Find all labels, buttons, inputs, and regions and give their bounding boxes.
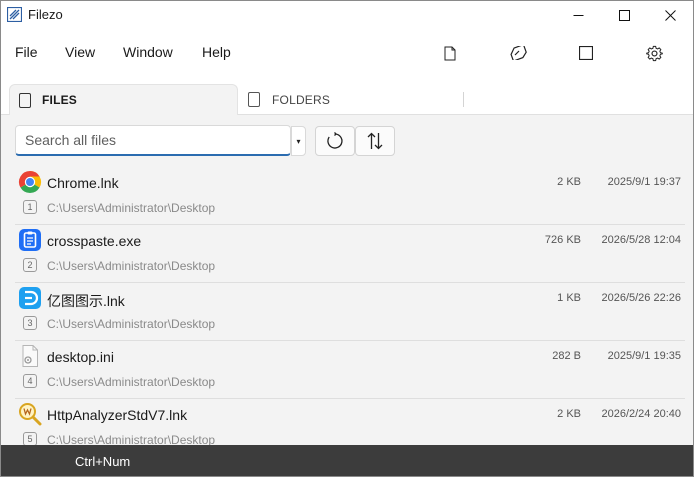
minimize-icon <box>573 14 583 16</box>
file-date: 2026/2/24 20:40 <box>601 408 681 420</box>
file-size: 282 B <box>552 350 581 362</box>
title-bar[interactable]: Filezo <box>1 1 693 29</box>
tab-folders-label: FOLDERS <box>272 92 331 107</box>
new-file-button[interactable] <box>437 40 463 66</box>
row-number-badge: 5 <box>23 432 37 445</box>
settings-button[interactable] <box>641 40 667 66</box>
list-item[interactable]: desktop.ini 282 B 2025/9/1 19:35 4 C:\Us… <box>1 341 693 399</box>
app-logo-icon <box>7 7 22 22</box>
file-name: 亿图图示.lnk <box>47 293 125 309</box>
search-dropdown-button[interactable]: ▾ <box>291 126 306 156</box>
file-name: Chrome.lnk <box>47 175 119 191</box>
crosspaste-icon <box>19 229 41 251</box>
file-path: C:\Users\Administrator\Desktop <box>47 317 216 331</box>
row-number-badge: 4 <box>23 374 37 388</box>
menu-file[interactable]: File <box>15 44 38 60</box>
file-size: 2 KB <box>557 176 581 188</box>
file-date: 2025/9/1 19:37 <box>607 176 681 188</box>
tab-files-label: FILES <box>42 93 78 107</box>
settings-file-icon <box>22 345 38 367</box>
row-number-badge: 3 <box>23 316 37 330</box>
search-input[interactable] <box>15 125 291 156</box>
file-date: 2026/5/26 22:26 <box>601 292 681 304</box>
magnifier-icon <box>19 403 42 426</box>
maximize-button[interactable] <box>601 1 647 29</box>
file-path: C:\Users\Administrator\Desktop <box>47 433 216 445</box>
file-size: 2 KB <box>557 408 581 420</box>
menu-help[interactable]: Help <box>202 44 231 60</box>
square-icon <box>579 46 593 60</box>
refresh-button[interactable] <box>315 126 355 156</box>
file-name: desktop.ini <box>47 349 114 365</box>
list-item[interactable]: crosspaste.exe 726 KB 2026/5/28 12:04 2 … <box>1 225 693 283</box>
file-path: C:\Users\Administrator\Desktop <box>47 201 216 215</box>
file-name: crosspaste.exe <box>47 233 142 249</box>
sort-icon <box>367 132 383 150</box>
new-file-icon <box>444 46 456 60</box>
minimize-button[interactable] <box>555 1 601 29</box>
close-button[interactable] <box>647 1 693 29</box>
folder-tab-icon <box>248 92 260 107</box>
file-size: 726 KB <box>544 234 581 246</box>
list-item[interactable]: Chrome.lnk 2 KB 2025/9/1 19:37 1 C:\User… <box>1 167 693 225</box>
list-item[interactable]: 亿图图示.lnk 1 KB 2026/5/26 22:26 3 C:\Users… <box>1 283 693 341</box>
row-number-badge: 2 <box>23 258 37 272</box>
file-size: 1 KB <box>557 292 581 304</box>
window-toggle-button[interactable] <box>573 40 599 66</box>
file-tab-icon <box>19 92 31 108</box>
clear-button[interactable] <box>505 40 531 66</box>
list-item[interactable]: HttpAnalyzerStdV7.lnk 2 KB 2026/2/24 20:… <box>1 399 693 445</box>
status-bar: Ctrl+Num <box>1 445 693 476</box>
file-path: C:\Users\Administrator\Desktop <box>47 375 216 389</box>
app-window: Filezo File View Window Help FILES FOLDE… <box>0 0 694 477</box>
tab-files[interactable]: FILES <box>9 84 238 115</box>
file-path: C:\Users\Administrator\Desktop <box>47 259 216 273</box>
close-icon <box>664 9 676 21</box>
edraw-icon <box>19 287 41 309</box>
menu-bar: File View Window Help <box>1 29 693 77</box>
tab-folders[interactable]: FOLDERS <box>241 84 463 115</box>
chrome-icon <box>18 171 42 194</box>
menu-window[interactable]: Window <box>123 44 173 60</box>
file-name: HttpAnalyzerStdV7.lnk <box>47 407 188 423</box>
row-number-badge: 1 <box>23 200 37 214</box>
window-title: Filezo <box>28 7 63 22</box>
menu-view[interactable]: View <box>65 44 95 60</box>
sort-button[interactable] <box>355 126 395 156</box>
tab-divider <box>463 92 464 107</box>
tab-bar: FILES FOLDERS <box>1 77 693 115</box>
status-hint: Ctrl+Num <box>75 454 131 469</box>
maximize-icon <box>618 9 630 21</box>
refresh-icon <box>327 132 343 149</box>
chevron-down-icon: ▾ <box>296 136 301 146</box>
eraser-icon <box>509 46 527 60</box>
file-date: 2026/5/28 12:04 <box>601 234 681 246</box>
file-date: 2025/9/1 19:35 <box>607 350 681 362</box>
file-list: Chrome.lnk 2 KB 2025/9/1 19:37 1 C:\User… <box>1 167 693 445</box>
gear-icon <box>645 45 663 61</box>
